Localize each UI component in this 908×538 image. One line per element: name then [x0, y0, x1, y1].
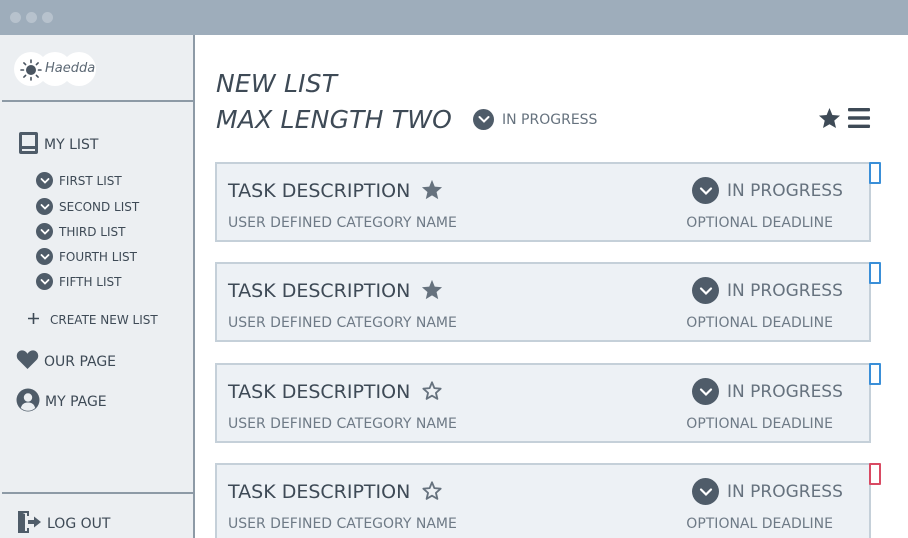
header-actions — [818, 107, 871, 133]
create-new-list-label: CREATE NEW LIST — [50, 313, 158, 327]
logout-button[interactable]: LOG OUT — [16, 510, 110, 538]
task-title: TASK DESCRIPTION — [228, 381, 411, 403]
sidebar-item-fourth-list[interactable]: FOURTH LIST — [36, 248, 137, 265]
task-card[interactable]: TASK DESCRIPTION USER DEFINED CATEGORY N… — [215, 162, 871, 242]
chevron-down-icon — [692, 478, 719, 505]
page-title-line2: MAX LENGTH TWO — [216, 105, 453, 134]
sidebar-item-my-page[interactable]: MY PAGE — [16, 388, 107, 416]
heart-icon — [16, 349, 39, 374]
sidebar-item-third-list[interactable]: THIRD LIST — [36, 223, 125, 240]
window-minimize-button[interactable] — [26, 12, 37, 23]
sidebar-divider — [2, 100, 193, 102]
sidebar-item-label: LOG OUT — [47, 516, 111, 532]
plus-icon — [27, 312, 40, 328]
sidebar-item-label: MY LIST — [44, 137, 99, 153]
sidebar-item-first-list[interactable]: FIRST LIST — [36, 172, 122, 189]
chevron-down-icon — [692, 277, 719, 304]
sidebar-item-label: MY PAGE — [45, 394, 107, 410]
window-maximize-button[interactable] — [42, 12, 53, 23]
logo[interactable]: Haedda — [14, 52, 97, 88]
sun-icon — [20, 59, 42, 85]
star-outline-icon[interactable] — [421, 380, 443, 405]
menu-icon[interactable] — [847, 107, 871, 133]
task-status[interactable]: IN PROGRESS — [692, 177, 843, 204]
user-icon — [16, 388, 40, 416]
window-close-button[interactable] — [10, 12, 21, 23]
task-title: TASK DESCRIPTION — [228, 180, 411, 202]
sidebar-item-my-list[interactable]: MY LIST — [18, 131, 98, 159]
sidebar-item-label: FOURTH LIST — [59, 249, 137, 264]
task-flag[interactable] — [869, 262, 881, 284]
task-deadline: OPTIONAL DEADLINE — [686, 516, 833, 532]
chevron-down-icon — [36, 223, 53, 240]
task-flag[interactable] — [869, 463, 881, 485]
chevron-down-icon — [36, 273, 53, 290]
star-icon[interactable] — [421, 179, 443, 204]
sidebar-item-label: THIRD LIST — [59, 224, 126, 239]
sidebar-item-fifth-list[interactable]: FIFTH LIST — [36, 273, 121, 290]
chevron-down-icon — [692, 378, 719, 405]
task-deadline: OPTIONAL DEADLINE — [686, 315, 833, 331]
sidebar-item-label: FIFTH LIST — [59, 274, 122, 289]
task-status[interactable]: IN PROGRESS — [692, 378, 843, 405]
task-title: TASK DESCRIPTION — [228, 481, 411, 503]
list-status-label: IN PROGRESS — [502, 111, 598, 128]
chevron-down-icon — [36, 172, 53, 189]
chevron-down-icon — [692, 177, 719, 204]
sidebar: Haedda MY LIST FIRST LIST SECOND LIST TH… — [0, 35, 195, 538]
task-status[interactable]: IN PROGRESS — [692, 277, 843, 304]
logo-text: Haedda — [45, 61, 96, 76]
task-title: TASK DESCRIPTION — [228, 280, 411, 302]
create-new-list-button[interactable]: CREATE NEW LIST — [27, 312, 158, 328]
sidebar-item-our-page[interactable]: OUR PAGE — [16, 349, 116, 374]
list-status[interactable]: IN PROGRESS — [473, 109, 597, 130]
logout-icon — [16, 510, 42, 538]
page-title-line1: NEW LIST — [216, 69, 338, 98]
task-flag[interactable] — [869, 162, 881, 184]
star-icon[interactable] — [818, 107, 841, 133]
task-status-label: IN PROGRESS — [727, 481, 843, 502]
chevron-down-icon — [473, 109, 494, 130]
task-card[interactable]: TASK DESCRIPTION USER DEFINED CATEGORY N… — [215, 262, 871, 342]
sidebar-item-second-list[interactable]: SECOND LIST — [36, 198, 139, 215]
task-category: USER DEFINED CATEGORY NAME — [228, 315, 457, 331]
task-flag[interactable] — [869, 363, 881, 385]
task-deadline: OPTIONAL DEADLINE — [686, 215, 833, 231]
star-icon[interactable] — [421, 279, 443, 304]
task-deadline: OPTIONAL DEADLINE — [686, 416, 833, 432]
task-status[interactable]: IN PROGRESS — [692, 478, 843, 505]
book-icon — [18, 131, 39, 159]
task-category: USER DEFINED CATEGORY NAME — [228, 516, 457, 532]
chevron-down-icon — [36, 198, 53, 215]
window-titlebar — [0, 0, 908, 35]
task-category: USER DEFINED CATEGORY NAME — [228, 416, 457, 432]
task-card[interactable]: TASK DESCRIPTION USER DEFINED CATEGORY N… — [215, 463, 871, 538]
task-status-label: IN PROGRESS — [727, 280, 843, 301]
task-card[interactable]: TASK DESCRIPTION USER DEFINED CATEGORY N… — [215, 363, 871, 443]
sidebar-divider — [2, 492, 193, 494]
sidebar-item-label: OUR PAGE — [44, 353, 117, 370]
star-outline-icon[interactable] — [421, 480, 443, 505]
task-category: USER DEFINED CATEGORY NAME — [228, 215, 457, 231]
chevron-down-icon — [36, 248, 53, 265]
task-status-label: IN PROGRESS — [727, 180, 843, 201]
task-status-label: IN PROGRESS — [727, 381, 843, 402]
sidebar-item-label: FIRST LIST — [59, 173, 122, 188]
sidebar-item-label: SECOND LIST — [59, 199, 140, 214]
